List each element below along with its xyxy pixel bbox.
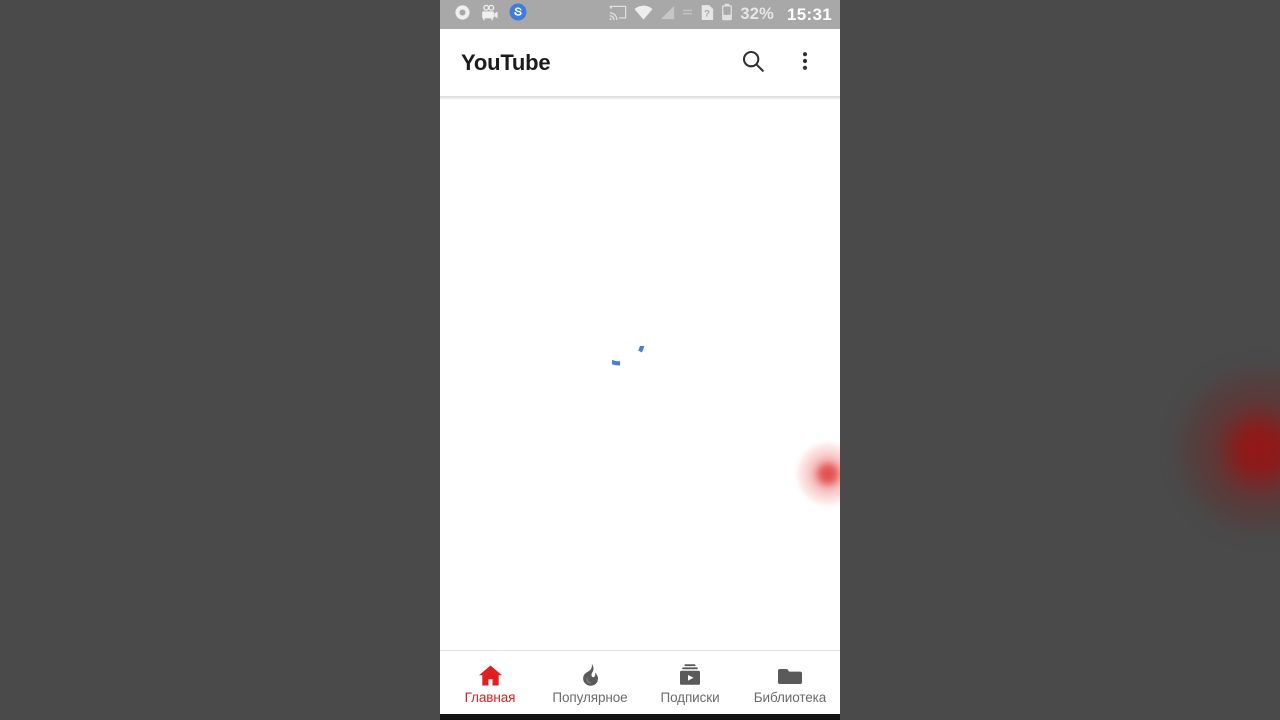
bottom-navigation-wrapper: Главная Популярное Подписки Библиотека <box>440 650 840 720</box>
more-vert-icon <box>794 49 816 76</box>
android-status-bar: ? 32% 15:31 <box>440 0 840 29</box>
status-bar-right-icons: ? 32% 15:31 <box>609 3 832 26</box>
nav-label-home: Главная <box>464 690 516 705</box>
library-folder-icon <box>778 663 802 687</box>
phone-screen: ? 32% 15:31 YouTube Главная Популярное П… <box>440 0 840 720</box>
nav-item-library[interactable]: Библиотека <box>740 651 840 714</box>
android-navigation-bar <box>440 714 840 720</box>
status-bar-left-icons <box>454 2 528 27</box>
youtube-app-bar: YouTube <box>440 29 840 96</box>
nav-item-home[interactable]: Главная <box>440 651 540 714</box>
loading-spinner <box>612 345 668 402</box>
nav-item-trending[interactable]: Популярное <box>540 651 640 714</box>
search-button[interactable] <box>732 42 774 84</box>
vibrate-lines-icon <box>682 6 693 24</box>
screen-record-icon <box>454 4 471 26</box>
wifi-icon <box>634 5 653 25</box>
touch-indicator <box>797 443 840 505</box>
content-area <box>440 100 840 653</box>
bottom-navigation: Главная Популярное Подписки Библиотека <box>440 650 840 714</box>
page-title: YouTube <box>461 49 551 75</box>
battery-icon <box>721 3 733 26</box>
battery-percentage: 32% <box>740 5 775 24</box>
subscriptions-icon <box>678 663 702 687</box>
nav-item-subscriptions[interactable]: Подписки <box>640 651 740 714</box>
sim-card-icon: ? <box>700 4 714 26</box>
video-camera-icon <box>480 4 499 26</box>
home-icon <box>478 663 503 687</box>
signal-icon <box>660 5 675 25</box>
nav-label-subscriptions: Подписки <box>660 690 720 705</box>
trending-flame-icon <box>580 663 600 687</box>
svg-text:?: ? <box>704 8 710 19</box>
nav-label-trending: Популярное <box>552 690 628 705</box>
status-bar-clock: 15:31 <box>787 5 832 24</box>
app-bar-actions <box>732 42 826 84</box>
nav-label-library: Библиотека <box>753 690 827 705</box>
cast-icon <box>609 5 627 25</box>
overflow-menu-button[interactable] <box>784 42 826 84</box>
skype-icon <box>508 2 528 27</box>
search-icon <box>740 48 766 77</box>
